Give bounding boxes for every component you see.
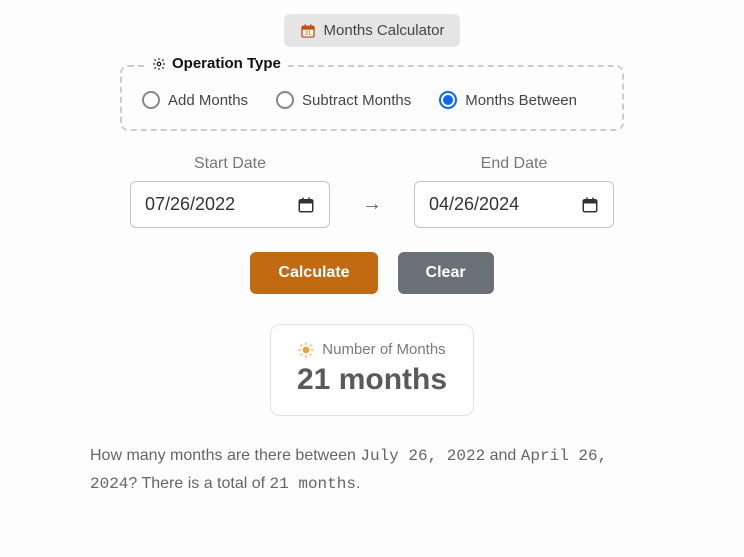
summary-total: 21 months — [270, 475, 356, 493]
start-date-label: Start Date — [130, 155, 330, 173]
end-date-label: End Date — [414, 155, 614, 173]
calendar-icon: 31 — [300, 23, 316, 39]
operation-type-legend: Operation Type — [146, 55, 287, 72]
radio-label: Add Months — [168, 92, 248, 109]
svg-text:31: 31 — [304, 31, 311, 37]
radio-label: Months Between — [465, 92, 577, 109]
end-date-value: 04/26/2024 — [429, 194, 519, 215]
summary-date-1: July 26, 2022 — [360, 447, 485, 465]
start-date-value: 07/26/2022 — [145, 194, 235, 215]
radio-indicator — [439, 91, 457, 109]
clear-button[interactable]: Clear — [398, 252, 494, 294]
gear-icon — [152, 57, 166, 71]
radio-subtract-months[interactable]: Subtract Months — [276, 91, 411, 109]
result-value: 21 months — [297, 363, 447, 397]
sun-icon — [298, 342, 314, 358]
summary-text: How many months are there between July 2… — [90, 442, 654, 498]
app-title-badge: 31 Months Calculator — [284, 14, 461, 47]
calculate-button[interactable]: Calculate — [250, 252, 377, 294]
result-title: Number of Months — [322, 341, 445, 358]
calendar-picker-icon — [581, 196, 599, 214]
app-title: Months Calculator — [324, 22, 445, 39]
calendar-picker-icon — [297, 196, 315, 214]
radio-add-months[interactable]: Add Months — [142, 91, 248, 109]
arrow-right-icon: → — [362, 193, 382, 228]
radio-indicator — [276, 91, 294, 109]
operation-type-group: Operation Type Add Months Subtract Month… — [120, 65, 624, 131]
radio-indicator — [142, 91, 160, 109]
result-card: Number of Months 21 months — [270, 324, 474, 416]
radio-label: Subtract Months — [302, 92, 411, 109]
start-date-input[interactable]: 07/26/2022 — [130, 181, 330, 228]
radio-months-between[interactable]: Months Between — [439, 91, 577, 109]
end-date-input[interactable]: 04/26/2024 — [414, 181, 614, 228]
